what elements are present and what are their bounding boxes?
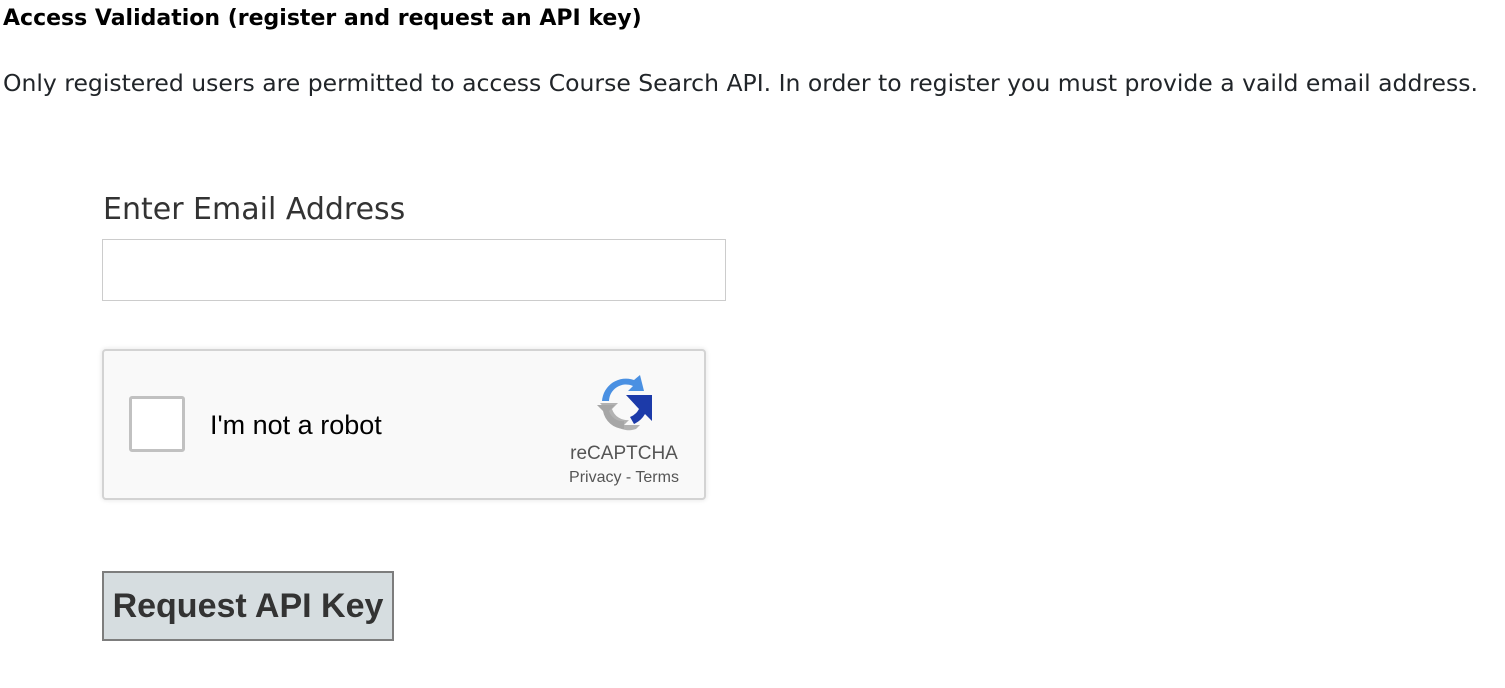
recaptcha-checkbox[interactable] — [129, 396, 185, 452]
recaptcha-link-separator: - — [625, 469, 632, 486]
recaptcha-links: Privacy - Terms — [544, 468, 704, 488]
recaptcha-widget: I'm not a robot reCAPTCHA Privacy - Term… — [102, 349, 706, 500]
recaptcha-terms-link[interactable]: Terms — [635, 469, 679, 486]
recaptcha-logo-icon — [597, 375, 652, 431]
recaptcha-privacy-link[interactable]: Privacy — [569, 469, 621, 486]
intro-text: Only registered users are permitted to a… — [3, 69, 1478, 97]
recaptcha-checkbox-label: I'm not a robot — [210, 410, 382, 440]
email-input[interactable] — [102, 239, 726, 301]
recaptcha-brand: reCAPTCHA — [570, 443, 678, 464]
request-api-key-button[interactable]: Request API Key — [102, 571, 394, 641]
email-label: Enter Email Address — [103, 192, 406, 227]
page-heading: Access Validation (register and request … — [3, 6, 642, 31]
